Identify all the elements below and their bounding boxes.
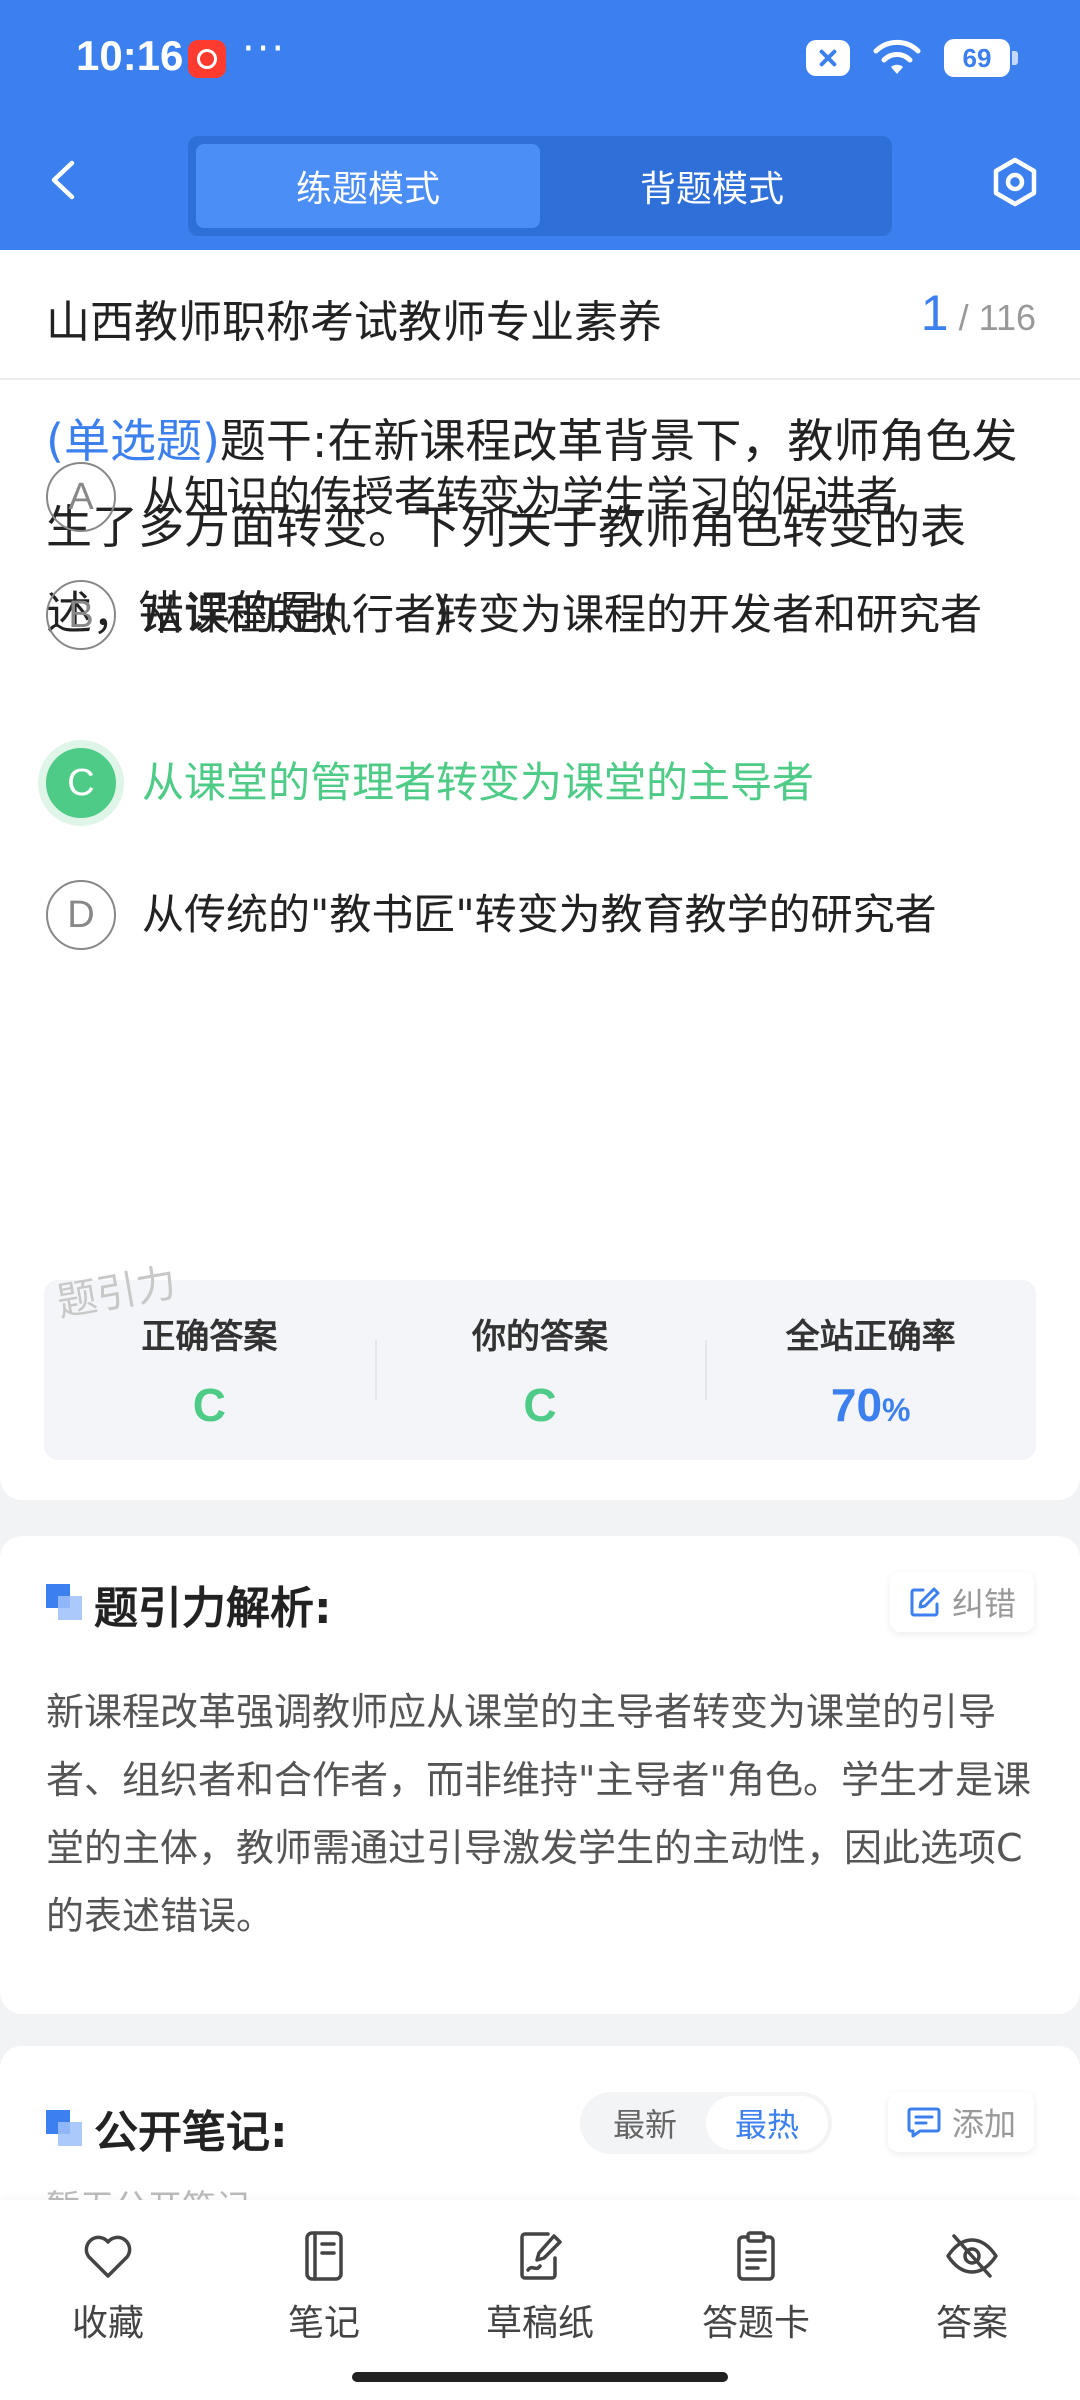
sort-hottest[interactable]: 最热 [706, 2096, 828, 2150]
tab-memorize-mode[interactable]: 背题模式 [540, 144, 884, 228]
option-b[interactable]: B 从课程的执行者转变为课程的开发者和研究者 [46, 550, 1036, 680]
option-letter: C [46, 748, 116, 818]
add-note-button[interactable]: 添加 [887, 2092, 1034, 2152]
mode-switch: 练题模式 背题模式 [188, 136, 892, 236]
report-error-button[interactable]: 纠错 [889, 1572, 1034, 1632]
answer-card-button[interactable]: 答题卡 [666, 2228, 846, 2346]
more-notifications-icon: ··· [242, 26, 287, 72]
notes-title: 公开笔记: [94, 2107, 288, 2158]
option-a[interactable]: A 从知识的传授者转变为学生学习的促进者 [46, 462, 1036, 532]
analysis-title: 题引力解析: [94, 1583, 332, 1634]
option-letter: A [46, 462, 116, 532]
comment-icon [907, 2107, 941, 2138]
heart-icon [84, 2235, 132, 2278]
sort-latest[interactable]: 最新 [584, 2096, 706, 2150]
home-indicator[interactable] [352, 2372, 728, 2382]
answer-card-label: 答题卡 [701, 2303, 810, 2344]
notebook-icon [305, 2231, 343, 2281]
rate-number: 70 [830, 1378, 883, 1431]
add-note-label: 添加 [951, 2105, 1016, 2143]
scratch-paper-label: 草稿纸 [485, 2303, 594, 2344]
stat-value: C [523, 1378, 557, 1431]
option-letter: B [46, 580, 116, 650]
notes-sort-toggle: 最新 最热 [580, 2092, 832, 2154]
stat-label: 你的答案 [472, 1316, 608, 1357]
status-bar: 10:16 ··· 69 [0, 0, 1080, 120]
settings-icon[interactable] [988, 155, 1042, 209]
clipboard-icon [737, 2231, 775, 2281]
option-text: 从课程的执行者转变为课程的开发者和研究者 [142, 590, 983, 639]
analysis-text: 新课程改革强调教师应从课堂的主导者转变为课堂的引导者、组织者和合作者，而非维持"… [46, 1690, 1031, 1938]
eye-off-icon [946, 2234, 998, 2278]
favorite-button[interactable]: 收藏 [18, 2228, 198, 2346]
edit-icon [910, 1587, 940, 1617]
rate-unit: % [882, 1391, 911, 1428]
notes-button[interactable]: 笔记 [234, 2228, 414, 2346]
netease-music-icon [188, 40, 226, 78]
status-indicators: 69 [806, 38, 1018, 78]
divider [0, 378, 1080, 380]
question-card: 山西教师职称考试教师专业素养 1 / 116 (单选题)题干:在新课程改革背景下… [0, 250, 1080, 1500]
option-text: 从课堂的管理者转变为课堂的主导者 [142, 758, 815, 807]
scratch-paper-button[interactable]: 草稿纸 [450, 2228, 630, 2346]
option-d[interactable]: D 从传统的"教书匠"转变为教育教学的研究者 [46, 850, 1036, 980]
option-text: 从知识的传授者转变为学生学习的促进者 [142, 472, 899, 521]
question-type: (单选题) [46, 414, 220, 468]
current-question-number: 1 [920, 285, 949, 341]
stat-label: 正确答案 [141, 1316, 278, 1357]
option-c[interactable]: C 从课堂的管理者转变为课堂的主导者 [46, 718, 1036, 848]
show-answer-button[interactable]: 答案 [882, 2228, 1062, 2346]
notes-label: 笔记 [287, 2303, 360, 2344]
wifi-icon [873, 39, 921, 74]
option-text: 从传统的"教书匠"转变为教育教学的研究者 [142, 890, 937, 939]
favorite-label: 收藏 [71, 2303, 144, 2344]
answer-stats: 正确答案 C 你的答案 C 全站正确率 70% [44, 1280, 1036, 1460]
stat-value: C [192, 1378, 226, 1431]
section-square-icon [46, 1584, 82, 1620]
bottom-toolbar: 收藏 笔记 草稿纸 答题卡 答案 [0, 2200, 1080, 2400]
total-questions: 116 [978, 297, 1036, 338]
paper-title: 山西教师职称考试教师专业素养 [46, 297, 662, 348]
section-square-icon [46, 2110, 82, 2146]
option-letter: D [46, 880, 116, 950]
back-arrow-icon[interactable] [40, 155, 90, 205]
no-sim-icon [806, 40, 850, 76]
status-time: 10:16 [76, 32, 184, 79]
show-answer-label: 答案 [935, 2303, 1008, 2344]
analysis-card: 题引力解析: 纠错 新课程改革强调教师应从课堂的主导者转变为课堂的引导者、组织者… [0, 1536, 1080, 2014]
battery-indicator: 69 [944, 39, 1018, 77]
stat-value: 70% [831, 1378, 911, 1432]
report-error-label: 纠错 [951, 1585, 1016, 1623]
app-header: 10:16 ··· 69 练题模式 背题模式 [0, 0, 1080, 250]
stat-label: 全站正确率 [785, 1316, 956, 1357]
sketch-pad-icon [520, 2232, 562, 2280]
stat-your-answer: 你的答案 C [374, 1280, 706, 1460]
stat-accuracy-rate: 全站正确率 70% [705, 1280, 1036, 1460]
question-progress: 1 / 116 [921, 284, 1036, 342]
progress-separator: / [958, 297, 969, 338]
tab-practice-mode[interactable]: 练题模式 [196, 144, 540, 228]
